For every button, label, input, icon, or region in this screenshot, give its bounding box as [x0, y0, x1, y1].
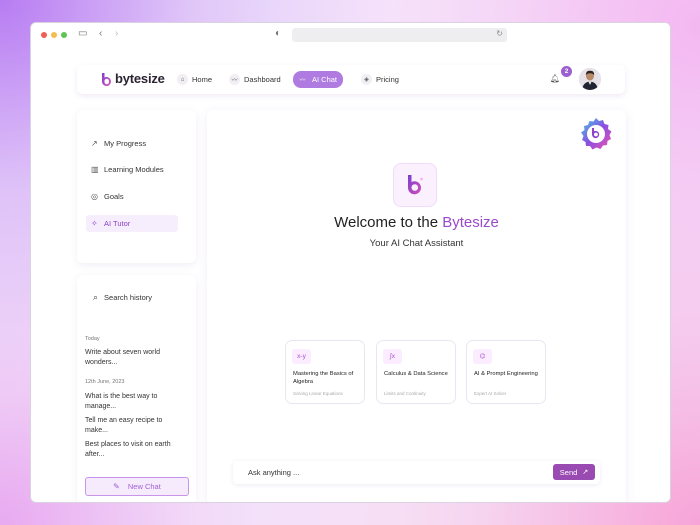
suggestion-title: AI & Prompt Engineering: [474, 371, 538, 377]
history-item[interactable]: Write about seven world wonders...: [85, 348, 180, 367]
new-chat-label: New Chat: [127, 482, 161, 491]
nav-dashboard-label: Dashboard: [244, 75, 281, 84]
nav-home[interactable]: ⌂ Home: [173, 71, 218, 88]
avatar[interactable]: [579, 68, 601, 90]
suggestion-card-algebra[interactable]: x-y Mastering the Basics of Algebra Solv…: [285, 340, 365, 404]
sidebar-item-goals[interactable]: ◎ Goals: [86, 188, 178, 205]
maximize-window-button[interactable]: [61, 32, 67, 38]
home-icon: ⌂: [177, 74, 188, 85]
sidebar-item-label: Goals: [104, 192, 124, 201]
history-group-label: 12th June, 2023: [85, 379, 125, 385]
history-group-label: Today: [85, 336, 100, 342]
sidebar-nav-card: ↗ My Progress ▥ Learning Modules ◎ Goals…: [77, 110, 196, 263]
user-avatar-image: [579, 68, 601, 90]
bytesize-logo-icon[interactable]: [100, 72, 114, 87]
book-icon: ▥: [91, 165, 99, 174]
nav-pricing[interactable]: ◈ Pricing: [357, 71, 405, 88]
suggestion-subtitle: Expert AI Solver: [474, 391, 507, 396]
trend-icon: 〰: [299, 78, 306, 84]
nav-pricing-label: Pricing: [376, 75, 399, 84]
sidebar-item-label: My Progress: [104, 139, 147, 148]
suggestion-subtitle: Limits and Continuity: [384, 391, 426, 396]
minimize-window-button[interactable]: [51, 32, 57, 38]
privacy-icon[interactable]: ◐: [275, 28, 281, 39]
sidebar-item-my-progress[interactable]: ↗ My Progress: [86, 135, 178, 152]
chart-icon: ↗: [91, 139, 98, 148]
bell-icon[interactable]: 🔔︎: [549, 74, 561, 86]
new-chat-button[interactable]: ✎ New Chat: [85, 477, 189, 496]
suggestion-card-ai-prompt[interactable]: ⌬ AI & Prompt Engineering Expert AI Solv…: [466, 340, 546, 404]
nav-home-label: Home: [192, 75, 213, 84]
chat-input-placeholder: Ask anything ...: [248, 468, 300, 477]
welcome-brand: Bytesize: [442, 214, 499, 231]
browser-toolbar: ▭ ‹ › ◐ ↻: [31, 23, 670, 47]
sidebar-item-label: AI Tutor: [104, 219, 131, 228]
search-history-input[interactable]: ⌕ Search history: [93, 292, 152, 303]
reload-icon[interactable]: ↻: [496, 29, 503, 38]
suggestion-subtitle: Solving Linear Equations: [293, 391, 343, 396]
send-button[interactable]: Send ↗: [553, 464, 595, 480]
algebra-icon: x-y: [292, 349, 311, 364]
nav-dashboard[interactable]: 〰 Dashboard: [225, 71, 287, 88]
search-icon: ⌕: [93, 292, 99, 302]
brand-name[interactable]: bytesize: [115, 71, 165, 86]
edit-icon: ✎: [113, 482, 120, 491]
tag-icon: ◈: [361, 74, 372, 85]
suggestion-title: Calculus & Data Science: [384, 371, 448, 377]
brain-icon: ⌬: [473, 349, 492, 364]
history-item[interactable]: What is the best way to manage...: [85, 392, 180, 411]
top-navbar: bytesize ⌂ Home 〰 Dashboard 〰 AI Chat ◈ …: [77, 65, 625, 94]
chat-history-panel: ⌕ Search history Today Write about seven…: [77, 275, 196, 502]
chat-main-panel: Welcome to the Bytesize Your AI Chat Ass…: [207, 110, 626, 502]
sidebar-item-learning-modules[interactable]: ▥ Learning Modules: [86, 161, 178, 178]
forward-icon[interactable]: ›: [115, 28, 118, 39]
back-icon[interactable]: ‹: [99, 28, 102, 39]
send-label: Send: [559, 467, 578, 477]
suggestion-title: Mastering the Basics of Algebra: [293, 371, 354, 385]
welcome-subtitle: Your AI Chat Assistant: [369, 238, 464, 249]
integral-icon: ∫x: [383, 349, 402, 364]
sparkle-icon: ✧: [91, 219, 98, 228]
address-bar[interactable]: ↻: [292, 28, 507, 42]
sidebar-item-label: Learning Modules: [104, 165, 164, 174]
assistant-logo: [393, 163, 437, 207]
nav-ai-chat-label: AI Chat: [312, 75, 338, 84]
bytesize-badge-logo-icon[interactable]: [579, 117, 613, 151]
nav-ai-chat[interactable]: 〰 AI Chat: [293, 71, 344, 88]
browser-window: ▭ ‹ › ◐ ↻ bytesize ⌂ Home 〰 Dashboard 〰 …: [30, 22, 671, 503]
search-history-label: Search history: [104, 293, 152, 302]
sidebar-toggle-icon[interactable]: ▭: [78, 28, 87, 39]
suggestion-card-calculus[interactable]: ∫x Calculus & Data Science Limits and Co…: [376, 340, 456, 404]
notification-badge: 2: [561, 66, 572, 77]
close-window-button[interactable]: [41, 32, 47, 38]
trend-icon: 〰: [229, 74, 240, 85]
history-item[interactable]: Best places to visit on earth after...: [85, 440, 180, 459]
arrow-up-right-icon: ↗: [582, 469, 589, 476]
chat-input[interactable]: Ask anything ... Send ↗: [233, 461, 600, 484]
bytesize-logo-icon: [407, 175, 423, 195]
welcome-heading: Welcome to the Bytesize: [207, 214, 626, 231]
history-item[interactable]: Tell me an easy recipe to make...: [85, 416, 180, 435]
welcome-prefix: Welcome to the: [334, 214, 443, 231]
sidebar-item-ai-tutor[interactable]: ✧ AI Tutor: [86, 215, 178, 232]
target-icon: ◎: [91, 192, 98, 201]
